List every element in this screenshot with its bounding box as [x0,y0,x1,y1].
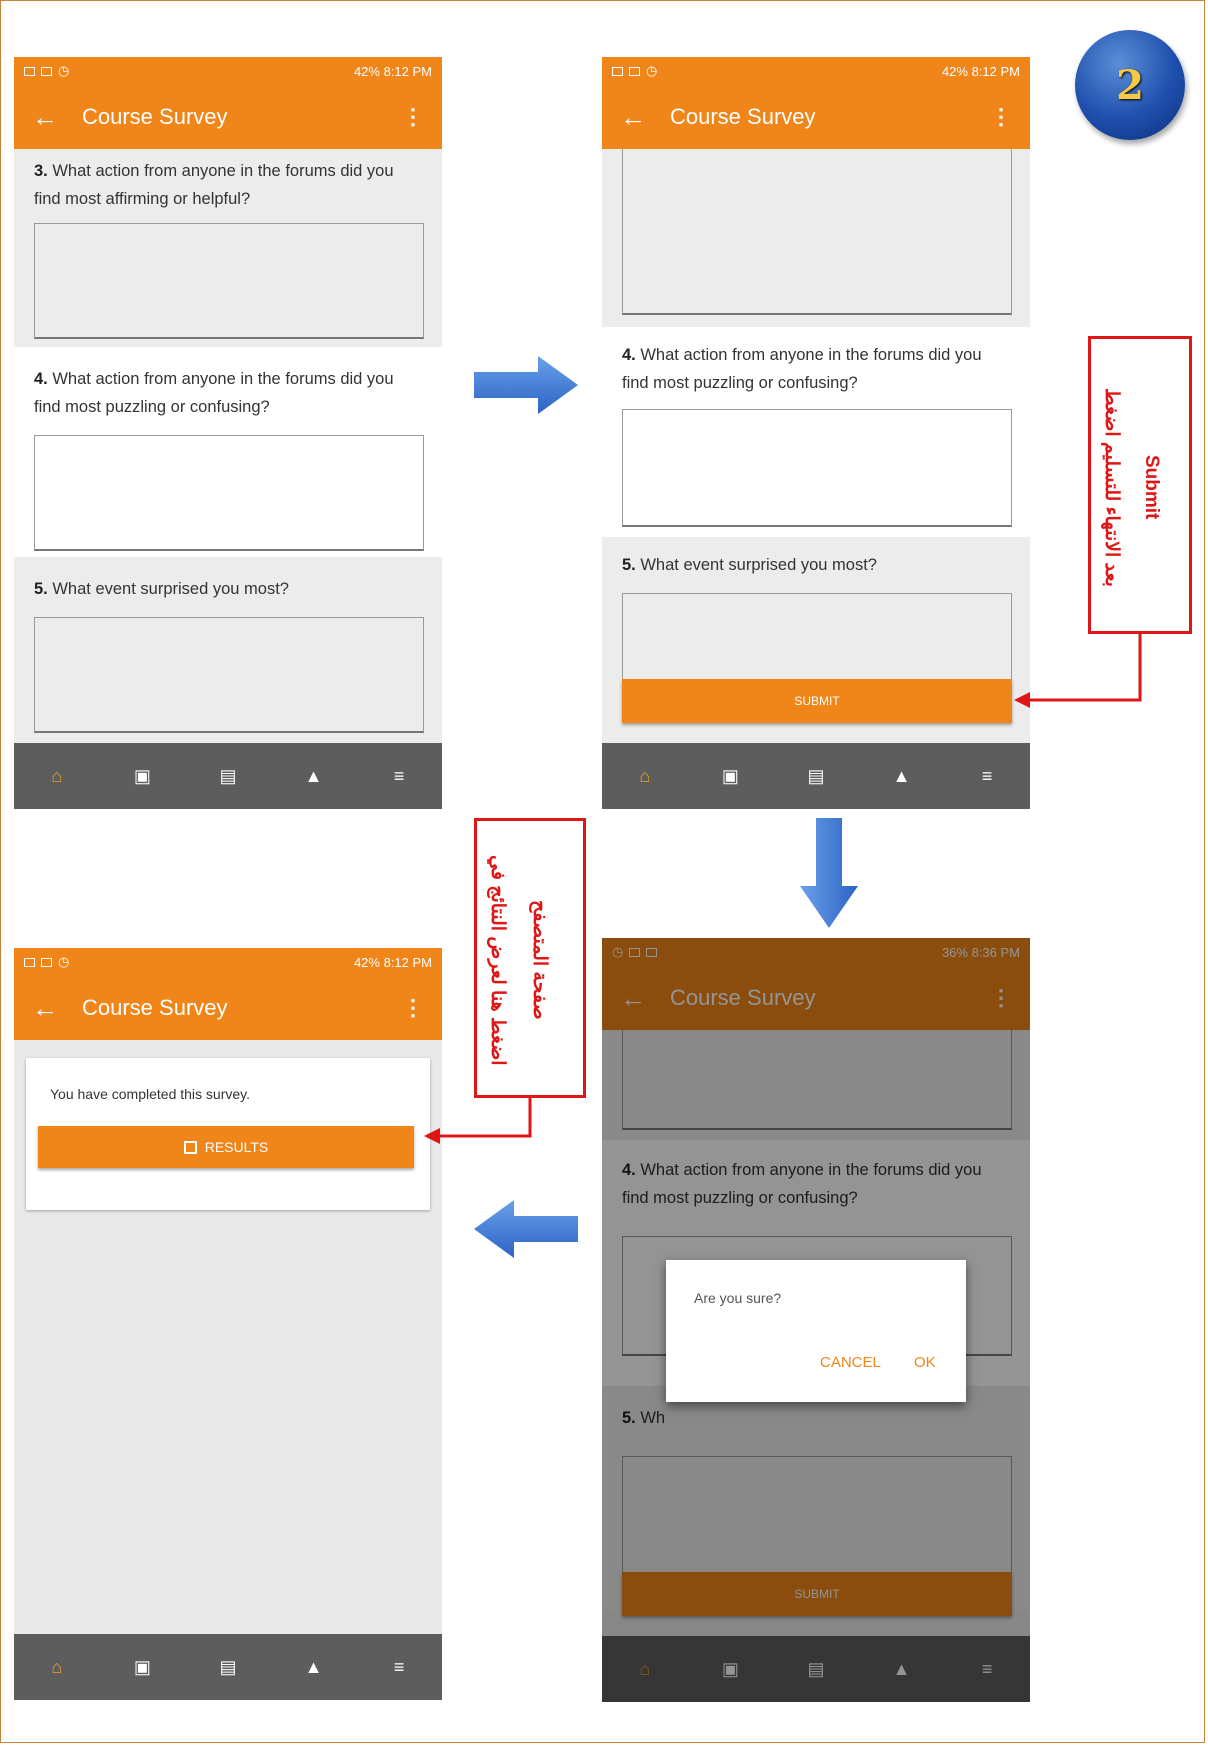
arrow-down [800,818,858,928]
results-button[interactable]: RESULTS [38,1126,414,1168]
more-options-icon[interactable]: ⋮ [990,104,1012,130]
back-arrow-icon[interactable]: ← [32,102,68,133]
question-block-4: 4. What action from anyone in the forums… [602,327,1030,537]
question-text: 5. What event surprised you most? [622,556,877,574]
gallery-icon [612,66,623,76]
answer-field[interactable] [34,435,424,551]
notifications-icon[interactable]: ▲ [302,1655,326,1679]
status-bar: ◷ 42% 8:12 PM [602,57,1030,85]
submit-button[interactable]: SUBMIT [622,679,1012,723]
external-link-icon [183,1140,197,1154]
app-bar: ← Course Survey ⋮ [14,85,442,149]
forum-icon[interactable]: ▤ [216,1655,240,1679]
clock-icon: ◷ [58,954,70,969]
answer-field[interactable] [622,409,1012,527]
results-label: RESULTS [204,1139,269,1155]
status-bar: ◷ 42% 8:12 PM [14,57,442,85]
completed-card: You have completed this survey. RESULTS [26,1058,430,1210]
dialog-ok-button[interactable]: OK [914,1354,936,1371]
dialog-cancel-button[interactable]: CANCEL [820,1354,881,1371]
answer-field[interactable] [34,223,424,339]
phone-screen-1: ◷ 42% 8:12 PM ← Course Survey ⋮ 3. What … [14,57,442,809]
results-instruction-line1: اضغط هنا لعرض النتائج في [487,854,508,1066]
answer-field[interactable] [622,149,1012,315]
gallery-icon [24,66,35,76]
forum-icon[interactable]: ▤ [804,764,828,788]
phone-screen-2: ◷ 42% 8:12 PM ← Course Survey ⋮ 4. What … [602,57,1030,809]
video-icon [41,66,52,76]
status-bar: ◷ 42% 8:12 PM [14,948,442,976]
more-options-icon[interactable]: ⋮ [402,104,424,130]
app-title: Course Survey [670,104,816,129]
dialog-message: Are you sure? [694,1290,782,1306]
confirm-dialog: Are you sure? CANCEL OK [666,1260,966,1402]
menu-icon[interactable]: ≡ [387,764,411,788]
completed-message: You have completed this survey. [50,1086,251,1102]
question-text: 3. What action from anyone in the forums… [34,162,394,208]
arrow-left [474,1200,578,1258]
video-icon [41,957,52,967]
app-title: Course Survey [82,995,228,1020]
home-icon[interactable]: ⌂ [45,1655,69,1679]
bottom-nav: ⌂ ▣ ▤ ▲ ≡ [14,1634,442,1700]
status-time: 42% 8:12 PM [353,63,432,79]
question-block-4: 4. What action from anyone in the forums… [14,347,442,557]
bottom-nav: ⌂ ▣ ▤ ▲ ≡ [14,743,442,809]
bottom-nav: ⌂ ▣ ▤ ▲ ≡ [602,743,1030,809]
notifications-icon[interactable]: ▲ [302,764,326,788]
app-title: Course Survey [82,104,228,129]
menu-icon[interactable]: ≡ [387,1655,411,1679]
gallery-icon [24,957,35,967]
clock-icon: ◷ [646,63,658,78]
status-time: 42% 8:12 PM [353,954,432,970]
calendar-icon[interactable]: ▣ [130,764,154,788]
back-arrow-icon[interactable]: ← [620,102,656,133]
home-icon[interactable]: ⌂ [45,764,69,788]
menu-icon[interactable]: ≡ [975,764,999,788]
home-icon[interactable]: ⌂ [633,764,657,788]
clock-icon: ◷ [58,63,70,78]
answer-field[interactable] [34,617,424,733]
question-block-5: 5. What event surprised you most? [14,557,442,743]
calendar-icon[interactable]: ▣ [130,1655,154,1679]
forum-icon[interactable]: ▤ [216,764,240,788]
app-bar: ← Course Survey ⋮ [14,976,442,1040]
results-instruction-line2: صفحة المتصفح [529,900,550,1020]
question-text: 5. What event surprised you most? [34,580,289,598]
more-options-icon[interactable]: ⋮ [402,995,424,1021]
video-icon [629,66,640,76]
app-bar: ← Course Survey ⋮ [602,85,1030,149]
results-callout-connector [424,1098,532,1144]
question-block-3: 3. What action from anyone in the forums… [14,149,442,347]
question-text: 4. What action from anyone in the forums… [34,370,394,416]
submit-instruction-english: Submit [1141,454,1162,520]
phone-screen-3: ◷ 42% 8:12 PM ← Course Survey ⋮ You have… [14,948,442,1700]
status-time: 42% 8:12 PM [941,63,1020,79]
calendar-icon[interactable]: ▣ [718,764,742,788]
phone-screen-4: ◷ 36% 8:36 PM ← Course Survey ⋮ 4. What … [602,938,1030,1702]
back-arrow-icon[interactable]: ← [32,993,68,1024]
arrow-right [474,356,578,414]
submit-instruction-arabic: بعد الانتهاء للتسليم اضغط [1101,387,1122,587]
step-number: 2 [1116,61,1144,109]
step-badge: 2 [1075,30,1185,140]
question-block-3-scrolled [602,149,1030,327]
results-instruction-callout: اضغط هنا لعرض النتائج في صفحة المتصفح [474,818,586,1098]
notifications-icon[interactable]: ▲ [890,764,914,788]
submit-instruction-callout: بعد الانتهاء للتسليم اضغط Submit [1088,336,1192,634]
submit-callout-connector [1014,632,1142,708]
question-text: 4. What action from anyone in the forums… [622,346,982,392]
